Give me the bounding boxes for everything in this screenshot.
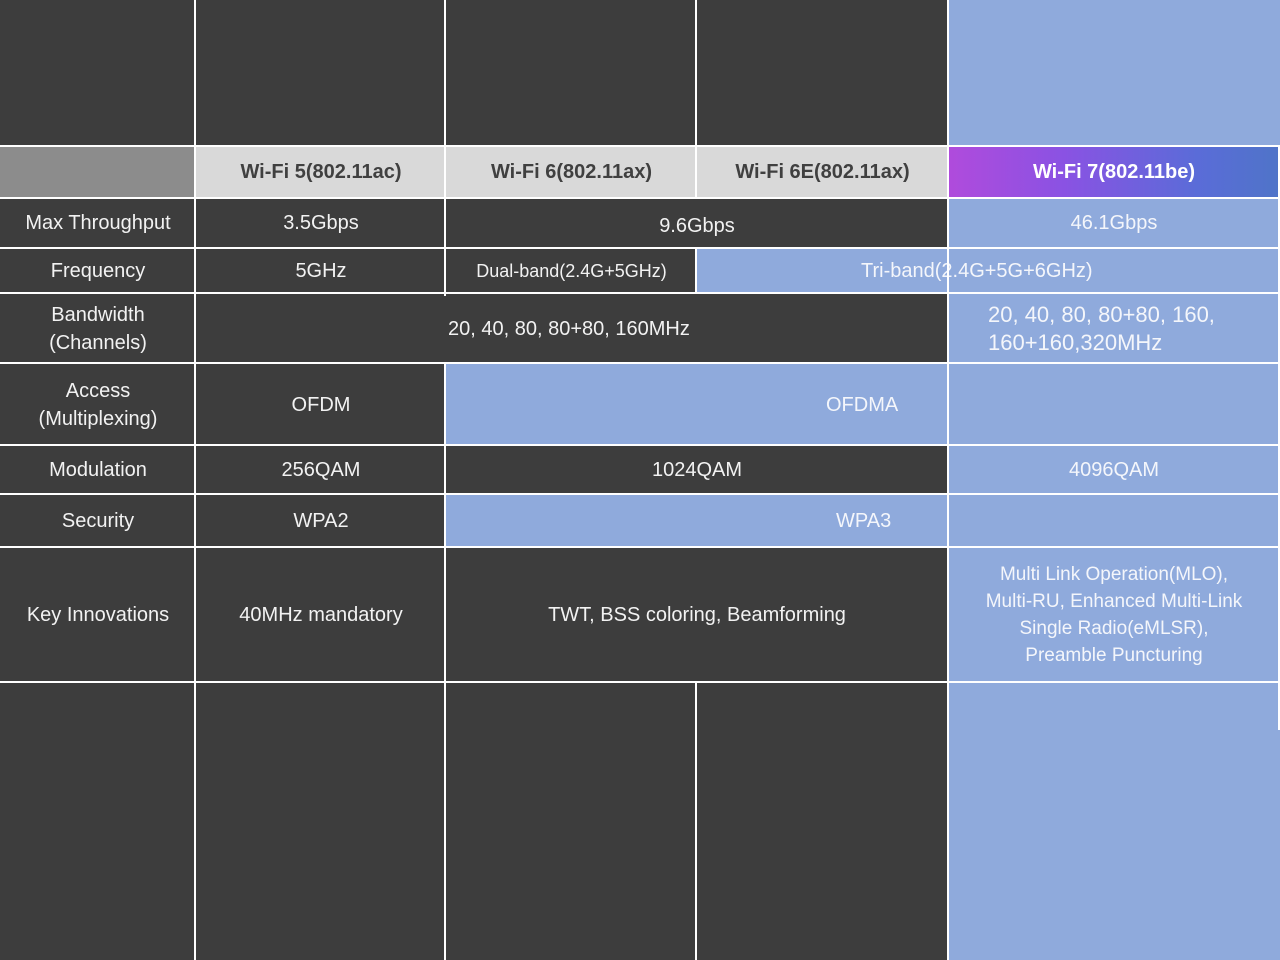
access-label-line1: Access: [65, 380, 131, 402]
grid-line-v3-bottom: [695, 682, 697, 960]
innovations-wifi6-6e: TWT, BSS coloring, Beamforming: [446, 548, 948, 682]
access-wifi6-6e-7: OFDMA: [446, 364, 1280, 446]
grid-line-v4: [947, 0, 949, 960]
bandwidth-wifi7-line1: 20, 40, 80, 80+80, 160,: [988, 302, 1215, 327]
grid-line-v3-top: [695, 0, 697, 198]
security-wifi5: WPA2: [196, 494, 446, 548]
grid-line-h5: [0, 362, 1280, 364]
access-wifi5: OFDM: [196, 364, 446, 446]
modulation-wifi7: 4096QAM: [948, 446, 1280, 494]
grid-line-h8: [0, 546, 1280, 548]
frequency-wifi5: 5GHz: [196, 248, 446, 294]
innovations-wifi5: 40MHz mandatory: [196, 548, 446, 682]
bandwidth-wifi7: 20, 40, 80, 80+80, 160, 160+160,320MHz: [948, 294, 1280, 364]
bandwidth-label-line2: (Channels): [49, 332, 147, 354]
comparison-table: Wi-Fi 5(802.11ac) Wi-Fi 6(802.11ax) Wi-F…: [0, 0, 1280, 960]
grid-line-h3: [0, 247, 1280, 249]
header-wifi7: Wi-Fi 7(802.11be): [948, 146, 1280, 198]
grid-line-h2: [0, 197, 1280, 199]
row-label-access: Access (Multiplexing): [0, 364, 196, 446]
grid-line-h1: [0, 145, 1280, 147]
access-label-line2: (Multiplexing): [38, 408, 158, 430]
innovations-wifi7-line4: Preamble Puncturing: [1025, 645, 1203, 666]
grid-line-v3-freq: [695, 248, 697, 294]
grid-line-h7: [0, 493, 1280, 495]
top-spacer: [0, 0, 948, 146]
grid-line-h9: [0, 681, 1280, 683]
bottom-spacer: [0, 682, 948, 960]
innovations-wifi7: Multi Link Operation(MLO), Multi-RU, Enh…: [948, 548, 1280, 682]
header-corner: [0, 146, 196, 198]
bandwidth-label-line1: Bandwidth: [51, 304, 145, 326]
grid-line-h4: [0, 292, 1280, 294]
header-wifi6: Wi-Fi 6(802.11ax): [446, 146, 697, 198]
bandwidth-wifi6-6e: 20, 40, 80, 80+80, 160MHz: [444, 294, 948, 364]
frequency-wifi6e-7: Tri-band(2.4G+5G+6GHz): [697, 248, 1280, 294]
bandwidth-wifi5: [196, 294, 446, 364]
row-label-throughput: Max Throughput: [0, 198, 196, 248]
bandwidth-wifi7-line2: 160+160,320MHz: [988, 330, 1163, 355]
row-label-innovations: Key Innovations: [0, 548, 196, 682]
row-label-modulation: Modulation: [0, 446, 196, 494]
grid-line-v2-bottom: [444, 364, 446, 960]
row-label-frequency: Frequency: [0, 248, 196, 294]
header-wifi6e: Wi-Fi 6E(802.11ax): [697, 146, 948, 198]
grid-line-h6: [0, 444, 1280, 446]
throughput-wifi7: 46.1Gbps: [948, 198, 1280, 248]
modulation-wifi6-6e: 1024QAM: [446, 446, 948, 494]
frequency-wifi6: Dual-band(2.4G+5GHz): [446, 248, 697, 294]
throughput-wifi5: 3.5Gbps: [196, 198, 446, 248]
modulation-wifi5: 256QAM: [196, 446, 446, 494]
innovations-wifi7-line2: Multi-RU, Enhanced Multi-Link: [985, 591, 1243, 612]
grid-line-v2-top: [444, 0, 446, 296]
innovations-wifi7-line1: Multi Link Operation(MLO),: [999, 564, 1229, 585]
header-wifi5: Wi-Fi 5(802.11ac): [196, 146, 446, 198]
throughput-wifi6-6e: 9.6Gbps: [446, 198, 948, 250]
row-label-security: Security: [0, 494, 196, 548]
top-spacer-wifi7: [948, 0, 1280, 146]
row-label-bandwidth: Bandwidth (Channels): [0, 294, 196, 364]
bottom-spacer-wifi7: [948, 682, 1280, 960]
grid-line-v1: [194, 0, 196, 960]
innovations-wifi7-line3: Single Radio(eMLSR),: [1019, 618, 1209, 639]
security-wifi6-6e-7: WPA3: [446, 494, 1280, 548]
